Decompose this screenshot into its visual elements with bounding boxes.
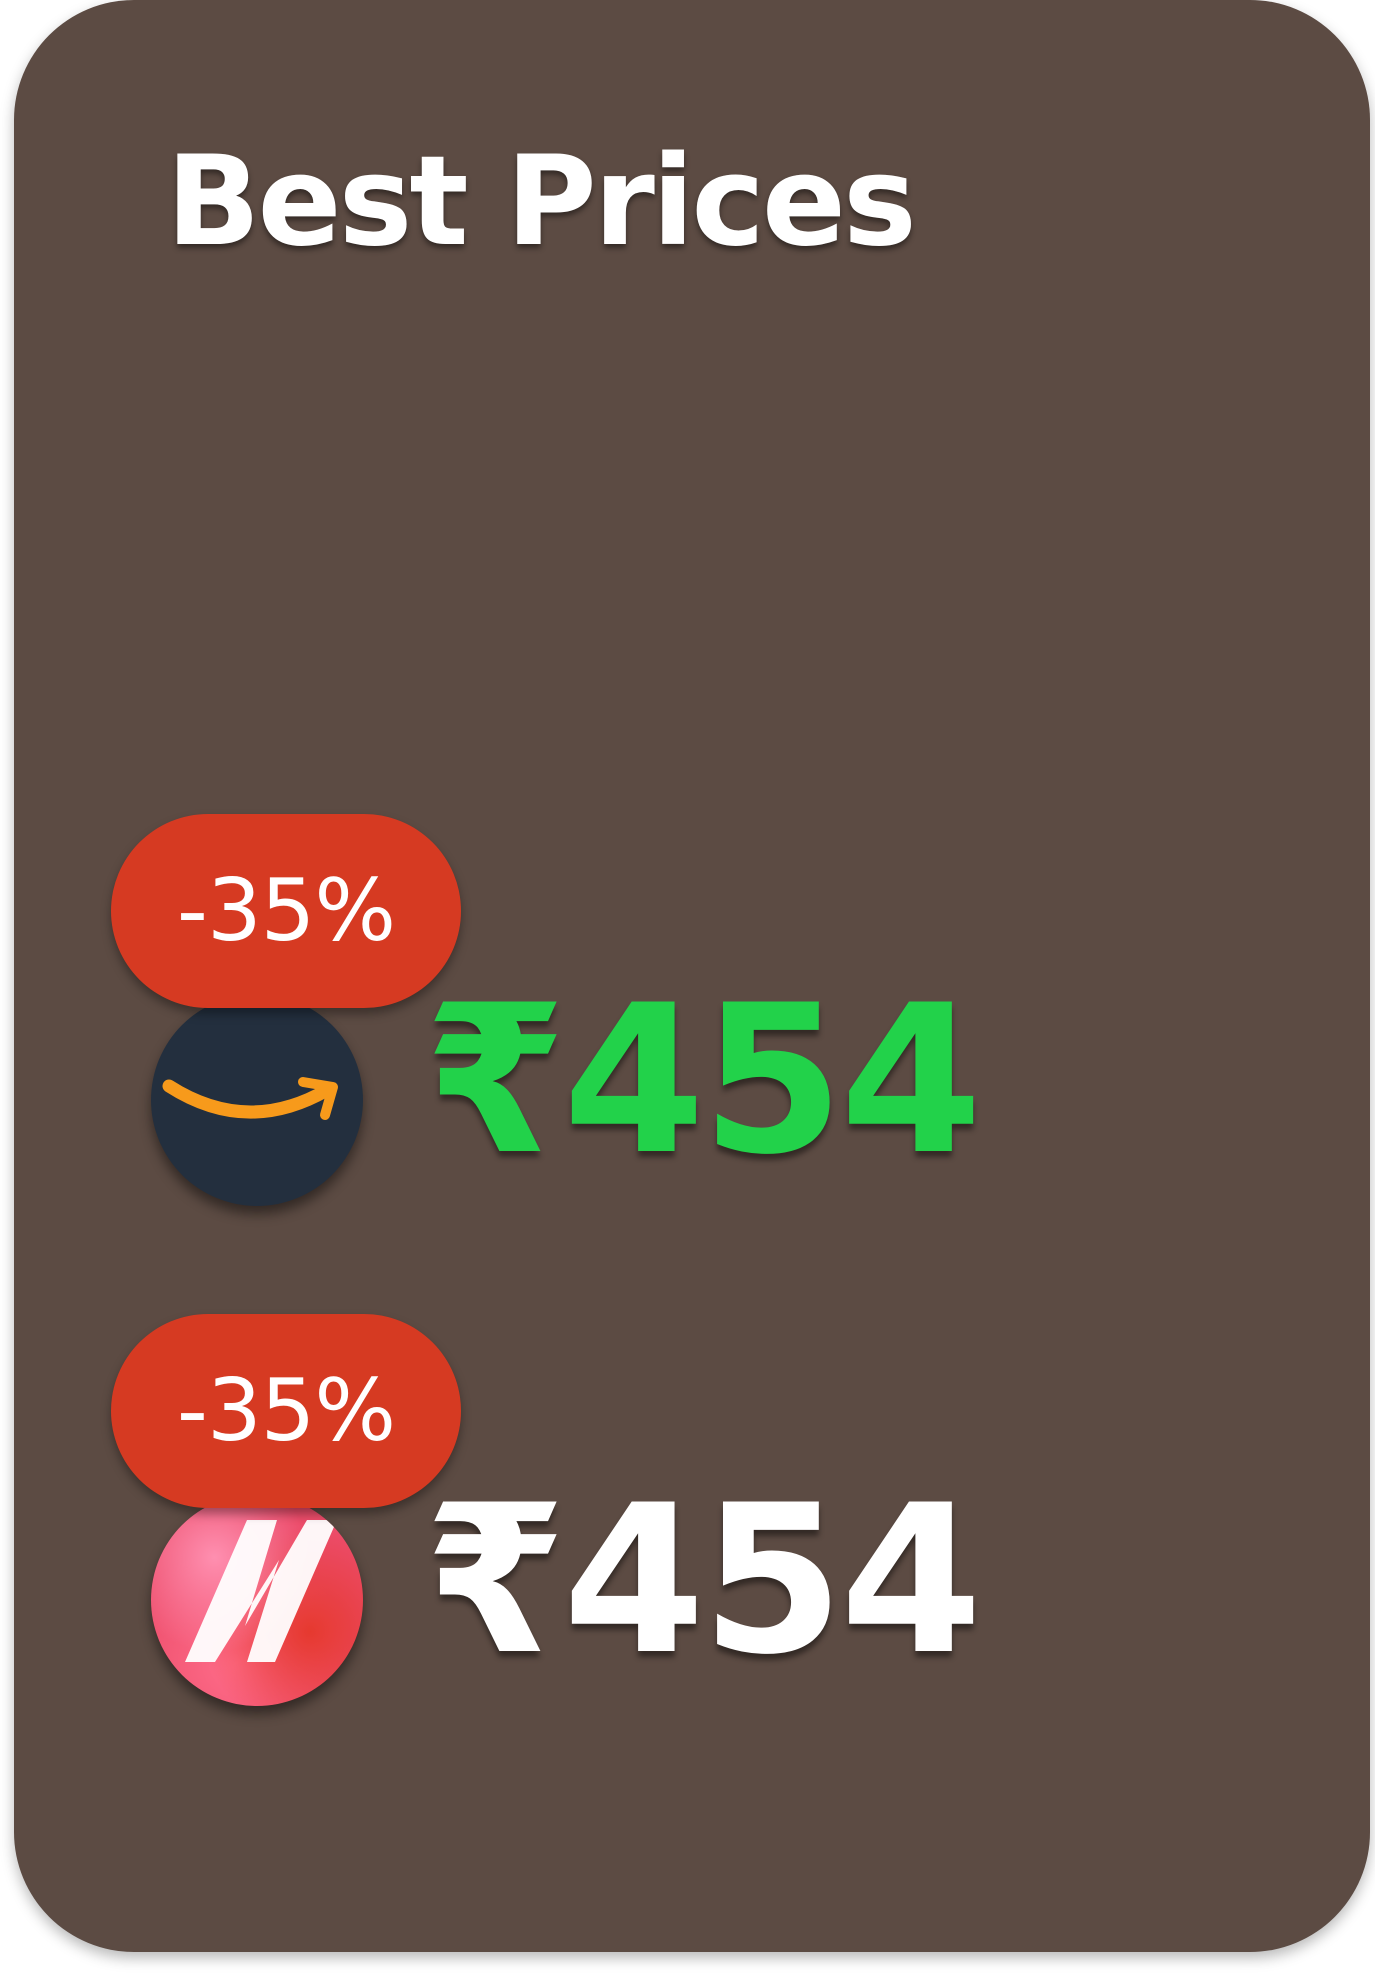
card-title: Best Prices: [166, 130, 917, 274]
best-price-value: ₹454: [424, 962, 983, 1200]
price-row-nykaa[interactable]: -35% ₹454: [14, 1314, 1370, 1706]
price-row-amazon[interactable]: -35% ₹454: [14, 814, 1370, 1206]
price-value: ₹454: [424, 1462, 983, 1700]
discount-badge: -35%: [111, 814, 461, 1008]
amazon-logo-icon: [151, 994, 363, 1206]
nykaa-logo-icon: [151, 1494, 363, 1706]
best-prices-card: Best Prices -35% ₹454 -35% ₹454: [14, 0, 1370, 1952]
discount-badge: -35%: [111, 1314, 461, 1508]
